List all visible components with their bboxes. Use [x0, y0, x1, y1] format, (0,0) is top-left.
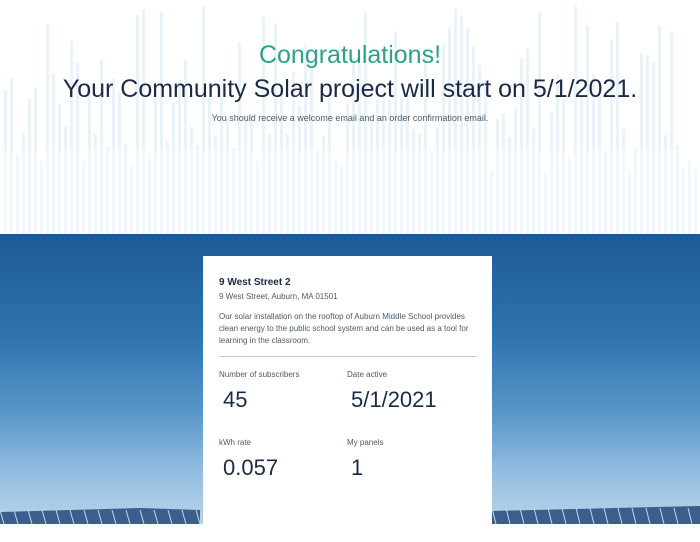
confirmation-email-note: You should receive a welcome email and a…: [211, 113, 489, 123]
stat-subscribers: Number of subscribers 45: [219, 369, 299, 413]
stat-value: 45: [223, 387, 248, 412]
congratulations-heading: Congratulations!: [258, 41, 442, 69]
stat-date-active: Date active 5/1/2021: [347, 369, 437, 413]
stat-label: Number of subscribers: [219, 370, 300, 379]
project-address: 9 West Street, Auburn, MA 01501: [219, 292, 338, 301]
stat-label: Date active: [347, 370, 388, 379]
project-card: 9 West Street 2 9 West Street, Auburn, M…: [203, 256, 492, 524]
stat-label: My panels: [347, 438, 384, 447]
stat-value: 1: [351, 455, 364, 480]
card-divider: [219, 356, 477, 357]
hero-section: Congratulations! Your Community Solar pr…: [0, 0, 700, 234]
stat-my-panels: My panels 1: [347, 437, 383, 481]
project-description: Our solar installation on the rooftop of…: [219, 312, 469, 345]
page-footer-space: [0, 524, 700, 542]
stat-label: kWh rate: [219, 438, 252, 447]
project-name: 9 West Street 2: [219, 277, 291, 288]
stat-value: 5/1/2021: [351, 387, 437, 412]
stat-value: 0.057: [223, 455, 279, 480]
stat-kwh-rate: kWh rate 0.057: [219, 437, 278, 481]
project-start-headline: Your Community Solar project will start …: [62, 75, 638, 103]
